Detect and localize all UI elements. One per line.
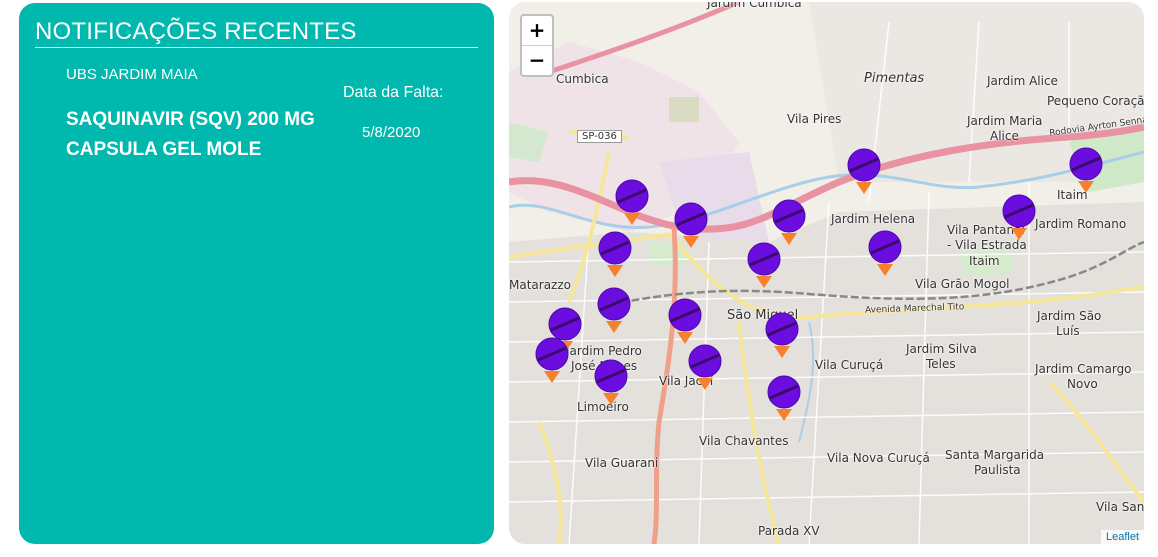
health-unit-name: UBS JARDIM MAIA (66, 66, 198, 83)
map-label: Alice (990, 129, 1019, 143)
map-label: Itaim (969, 254, 1000, 268)
map-label: Pimentas (864, 71, 925, 86)
map-marker[interactable] (686, 344, 724, 392)
map-label: Vila Chavantes (699, 434, 789, 448)
map-marker[interactable] (596, 231, 634, 279)
map-label: Cumbica (556, 72, 609, 86)
map-label: Jardim São (1037, 309, 1102, 323)
map-label: Pequeno Coração (1047, 94, 1144, 108)
map-label: Vila Curuçá (815, 358, 884, 372)
map-label: Novo (1067, 377, 1098, 391)
map-marker[interactable] (1000, 194, 1038, 242)
map-attribution[interactable]: Leaflet (1100, 530, 1144, 544)
date-label: Data da Falta: (343, 84, 444, 101)
map-marker[interactable] (533, 337, 571, 385)
map-label: Vila Pires (787, 112, 842, 126)
drug-name: SAQUINAVIR (SQV) 200 MG CAPSULA GEL MOLE (66, 109, 315, 160)
map-marker[interactable] (592, 359, 630, 407)
map-marker[interactable] (763, 312, 801, 360)
map-marker[interactable] (672, 202, 710, 250)
zoom-out-button[interactable]: − (522, 46, 552, 75)
map-marker[interactable] (866, 230, 904, 278)
notifications-panel: NOTIFICAÇÕES RECENTES UBS JARDIM MAIA SA… (19, 3, 494, 544)
map-marker[interactable] (613, 179, 651, 227)
map-marker[interactable] (770, 199, 808, 247)
zoom-in-button[interactable]: + (522, 16, 552, 46)
map-marker[interactable] (666, 298, 704, 346)
map-label: Jardim Helena (831, 212, 916, 226)
map-label: Vila Nova Curuçá (827, 451, 930, 465)
map-marker[interactable] (845, 148, 883, 196)
map-marker[interactable] (595, 287, 633, 335)
map-label: Matarazzo (509, 278, 571, 292)
map-label: Vila Sant (1096, 500, 1144, 514)
map-label: Santa Margarida (945, 448, 1045, 462)
map-label: Parada XV (758, 524, 820, 538)
map-label: Luís (1056, 324, 1080, 338)
map-label: Jardim Romano (1035, 217, 1127, 231)
map-label: Teles (926, 357, 956, 371)
map-label: Vila Grão Mogol (915, 277, 1010, 291)
map-label: Jardim Maria (967, 114, 1043, 128)
road-shield: SP-036 (577, 130, 622, 143)
panel-title: NOTIFICAÇÕES RECENTES (35, 18, 478, 48)
map-marker[interactable] (1067, 147, 1105, 195)
map-marker[interactable] (765, 375, 803, 423)
map[interactable]: Jardim Cumbica Cumbica Pimentas Jardim A… (509, 2, 1144, 544)
map-marker[interactable] (745, 242, 783, 290)
map-label: Jardim Alice (987, 74, 1058, 88)
map-label: Jardim Silva (906, 342, 977, 356)
zoom-control: + − (520, 14, 554, 77)
date-value: 5/8/2020 (362, 124, 421, 141)
map-label: Jardim Camargo (1035, 362, 1132, 376)
map-label: Vila Guarani (585, 456, 659, 470)
map-label: Jardim Cumbica (707, 2, 802, 10)
map-label: Paulista (974, 463, 1021, 477)
